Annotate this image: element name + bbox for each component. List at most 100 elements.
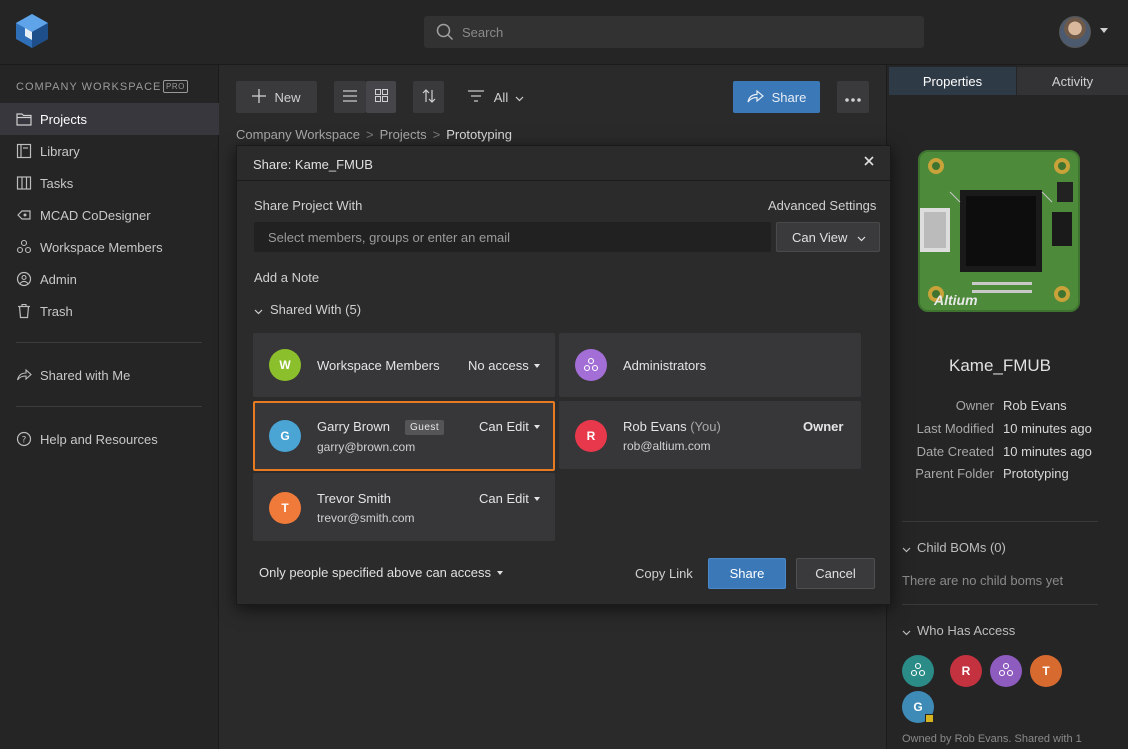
share-with-label: Share Project With — [254, 198, 363, 213]
sidebar-item-label: Tasks — [40, 175, 74, 191]
permission-select[interactable]: Can Edit — [479, 491, 540, 506]
panel-divider — [902, 604, 1098, 605]
sidebar-item-mcad-codesigner[interactable]: MCAD CoDesigner — [0, 199, 219, 231]
sidebar-divider — [16, 406, 202, 407]
sidebar-item-trash[interactable]: Trash — [0, 295, 219, 327]
tab-activity[interactable]: Activity — [1017, 67, 1128, 95]
shared-with-title: Shared With (5) — [270, 302, 362, 317]
search-bar[interactable]: Search — [424, 16, 924, 48]
breadcrumb-current: Prototyping — [446, 127, 512, 142]
breadcrumb-separator: > — [366, 127, 374, 142]
member-input[interactable]: Select members, groups or enter an email — [254, 222, 771, 252]
list-view-icon — [343, 89, 357, 105]
cancel-button[interactable]: Cancel — [796, 558, 875, 589]
share-name-text: Rob Evans — [623, 419, 687, 434]
breadcrumb-item[interactable]: Projects — [380, 127, 427, 142]
child-boms-title: Child BOMs (0) — [917, 540, 1006, 555]
share-card-rob-evans: R Rob Evans (You) rob@altium.com Owner — [559, 401, 861, 469]
more-options-button[interactable] — [837, 81, 869, 113]
sidebar-item-workspace-members[interactable]: Workspace Members — [0, 231, 219, 263]
breadcrumb: Company Workspace > Projects > Prototyping — [236, 127, 512, 142]
parent-folder-link[interactable]: Prototyping — [1003, 466, 1069, 481]
who-has-access-toggle[interactable]: Who Has Access — [902, 623, 1015, 639]
child-boms-empty: There are no child boms yet — [902, 573, 1064, 588]
add-note-link[interactable]: Add a Note — [254, 270, 319, 285]
grid-view-button[interactable] — [366, 81, 396, 113]
property-key: Date Created — [916, 444, 994, 459]
sidebar-item-library[interactable]: Library — [0, 135, 219, 167]
breadcrumb-item[interactable]: Company Workspace — [236, 127, 360, 142]
chevron-down-icon[interactable] — [1100, 28, 1108, 33]
tasks-icon — [16, 175, 32, 191]
access-avatar-administrators[interactable] — [990, 655, 1022, 687]
permission-select[interactable]: Can Edit — [479, 419, 540, 434]
child-boms-toggle[interactable]: Child BOMs (0) — [902, 540, 1006, 556]
access-scope-dropdown[interactable]: Only people specified above can access — [259, 565, 503, 580]
sidebar-item-projects[interactable]: Projects — [0, 103, 219, 135]
tab-properties[interactable]: Properties — [889, 67, 1016, 95]
chevron-down-icon — [902, 541, 911, 556]
advanced-settings-link[interactable]: Advanced Settings — [768, 198, 876, 213]
sidebar-item-label: Trash — [40, 303, 73, 319]
filter-icon — [467, 89, 484, 105]
group-icon — [998, 662, 1014, 681]
caret-down-icon — [533, 363, 540, 368]
avatar: R — [575, 420, 607, 452]
property-key: Owner — [955, 398, 994, 413]
share-toolbar-button[interactable]: Share — [733, 81, 820, 113]
permission-select[interactable]: No access — [468, 358, 540, 373]
avatar: G — [269, 420, 301, 452]
sort-icon — [422, 88, 436, 106]
filter-dropdown[interactable]: All — [460, 81, 532, 113]
list-view-button[interactable] — [334, 81, 366, 113]
filter-label: All — [493, 89, 509, 105]
share-icon — [747, 89, 764, 106]
chevron-down-icon — [902, 624, 911, 639]
sidebar-item-help[interactable]: ? Help and Resources — [0, 423, 219, 455]
permission-dropdown-label: Can View — [792, 229, 848, 245]
access-avatar-members[interactable] — [902, 655, 934, 687]
user-avatar[interactable] — [1059, 16, 1091, 48]
library-icon — [16, 143, 32, 159]
share-name: Garry Brown — [317, 419, 390, 434]
caret-down-icon — [533, 496, 540, 501]
share-button[interactable]: Share — [708, 558, 786, 589]
share-card-workspace-members: W Workspace Members No access — [253, 333, 555, 397]
close-icon[interactable] — [863, 154, 875, 172]
project-thumbnail: Altium — [918, 150, 1080, 312]
shared-with-toggle[interactable]: Shared With (5) — [254, 302, 361, 318]
members-icon — [910, 662, 926, 681]
search-placeholder: Search — [462, 25, 504, 40]
sidebar: COMPANY WORKSPACE PRO Projects Library T… — [0, 65, 219, 749]
share-card-garry-brown[interactable]: G Garry Brown Guest garry@brown.com Can … — [253, 401, 555, 471]
folder-icon — [16, 111, 32, 127]
pro-badge: PRO — [163, 80, 188, 93]
sidebar-item-label: Admin — [40, 271, 77, 287]
share-name: Administrators — [623, 358, 707, 373]
admin-icon — [16, 271, 32, 287]
new-button[interactable]: New — [236, 81, 317, 113]
sort-button[interactable] — [413, 81, 444, 113]
copy-link[interactable]: Copy Link — [635, 566, 693, 581]
sidebar-item-shared-with-me[interactable]: Shared with Me — [0, 359, 219, 391]
property-value: 10 minutes ago — [1003, 444, 1092, 459]
sidebar-item-tasks[interactable]: Tasks — [0, 167, 219, 199]
top-bar: Search — [0, 0, 1128, 65]
sidebar-item-label: Library — [40, 143, 80, 159]
avatar: T — [269, 492, 301, 524]
property-key: Parent Folder — [915, 466, 994, 481]
share-email: trevor@smith.com — [317, 511, 415, 525]
project-name: Kame_FMUB — [948, 356, 1052, 375]
altium-logo-icon[interactable] — [16, 14, 48, 48]
avatar: W — [269, 349, 301, 381]
access-avatar-trevor[interactable]: T — [1030, 655, 1062, 687]
chevron-down-icon — [515, 90, 524, 105]
access-avatar-rob[interactable]: R — [950, 655, 982, 687]
sidebar-item-admin[interactable]: Admin — [0, 263, 219, 295]
permission-value: No access — [468, 358, 529, 373]
permission-dropdown[interactable]: Can View — [776, 222, 880, 252]
caret-down-icon — [496, 570, 503, 575]
sidebar-item-label: MCAD CoDesigner — [40, 207, 151, 223]
plus-icon — [252, 88, 267, 106]
share-email: rob@altium.com — [623, 439, 711, 453]
